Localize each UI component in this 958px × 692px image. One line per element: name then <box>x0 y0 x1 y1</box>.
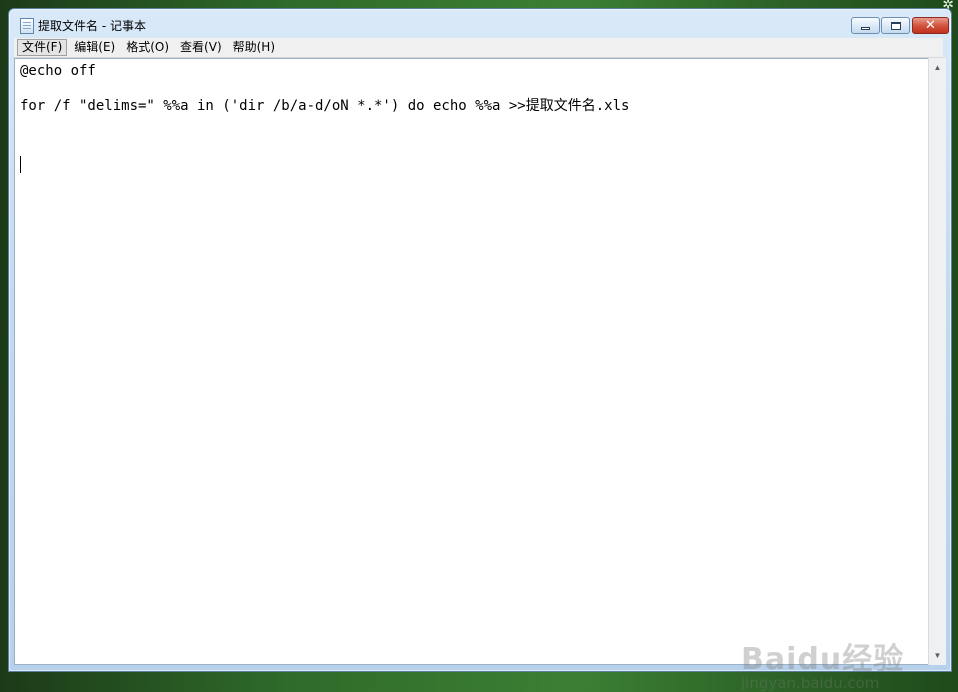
notepad-window: 提取文件名 - 记事本 ✕ 文件(F) 编辑(E) 格式(O) 查看(V) 帮助… <box>8 8 952 692</box>
editor-line: for /f "delims=" %%a in ('dir /b/a-d/oN … <box>20 98 630 114</box>
menu-bar: 文件(F) 编辑(E) 格式(O) 查看(V) 帮助(H) <box>14 38 943 58</box>
watermark-logo: Baidu经验 <box>741 642 905 677</box>
maximize-icon <box>890 21 901 30</box>
menu-edit[interactable]: 编辑(E) <box>70 39 119 56</box>
scroll-down-icon[interactable]: ▼ <box>929 647 946 664</box>
minimize-button[interactable] <box>851 17 880 34</box>
text-caret <box>20 156 21 173</box>
text-editor[interactable]: @echo off for /f "delims=" %%a in ('dir … <box>14 58 928 692</box>
close-icon: ✕ <box>925 18 936 33</box>
menu-format[interactable]: 格式(O) <box>122 39 173 56</box>
notepad-icon[interactable] <box>20 18 34 34</box>
menu-file[interactable]: 文件(F) <box>17 39 68 56</box>
watermark: Baidu经验 jingyan.baidu.com <box>741 634 904 692</box>
close-button[interactable]: ✕ <box>912 17 949 34</box>
menu-view[interactable]: 查看(V) <box>176 39 226 56</box>
editor-line: @echo off <box>20 63 96 79</box>
maximize-button[interactable] <box>881 17 910 34</box>
scroll-up-icon[interactable]: ▲ <box>929 59 946 76</box>
window-title: 提取文件名 - 记事本 <box>38 19 146 33</box>
minimize-icon <box>861 26 870 30</box>
title-bar[interactable]: 提取文件名 - 记事本 ✕ <box>9 9 951 39</box>
vertical-scrollbar[interactable]: ▲ ▼ <box>928 58 946 665</box>
menu-help[interactable]: 帮助(H) <box>229 39 279 56</box>
